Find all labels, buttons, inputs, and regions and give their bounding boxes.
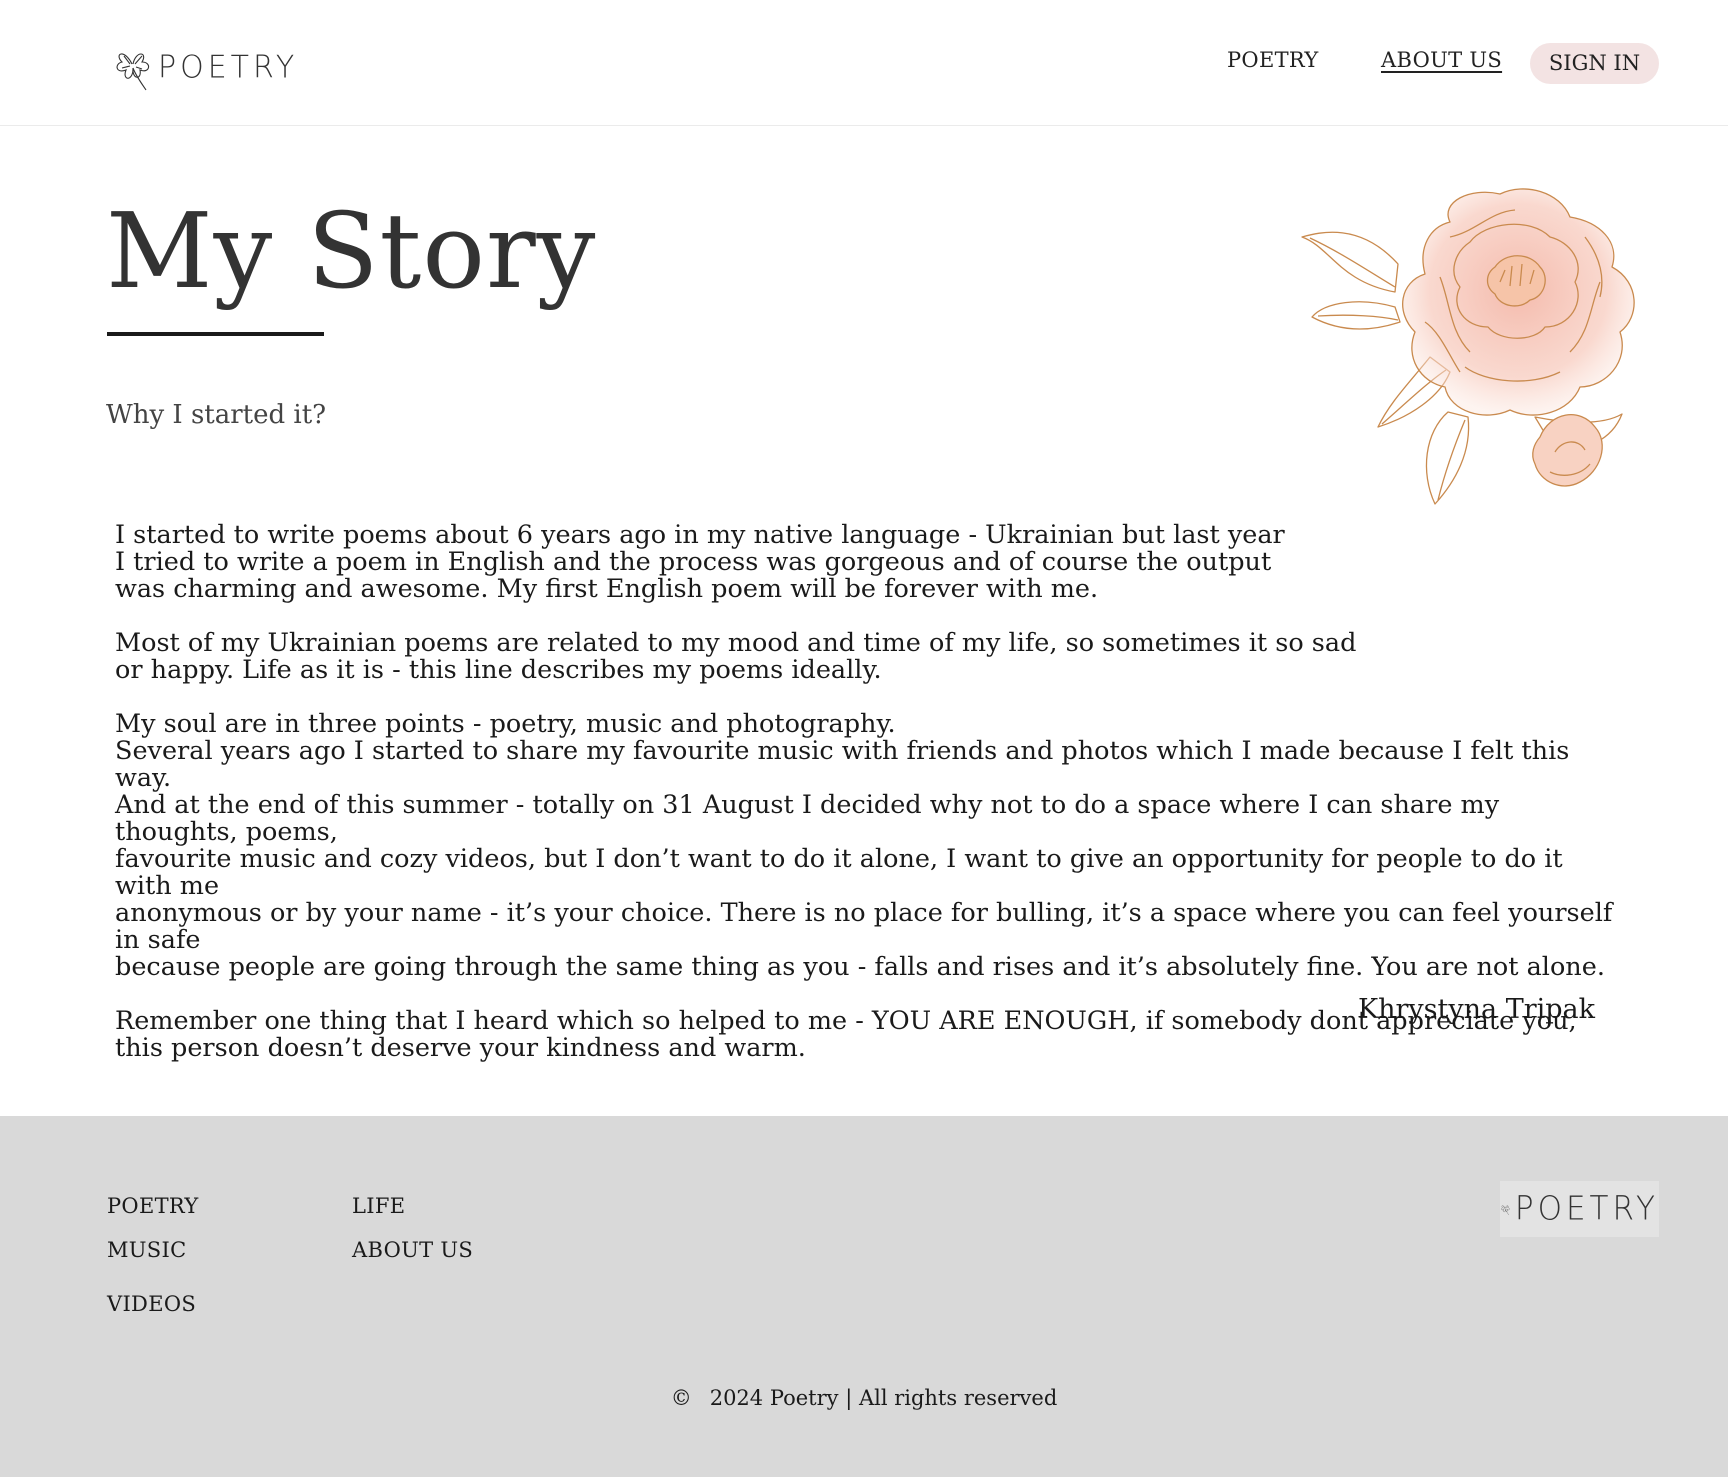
site-header: POETRY POETRY ABOUT US SIGN IN: [0, 0, 1728, 126]
page-title: My Story: [106, 190, 597, 312]
peony-flower-illustration: [1301, 188, 1635, 505]
footer-link-life[interactable]: LIFE: [352, 1194, 405, 1218]
logo-text: POETRY: [158, 48, 299, 86]
clover-logo-icon: [1501, 1205, 1510, 1216]
footer-logo-text: POETRY: [1514, 1190, 1659, 1228]
footer-logo[interactable]: POETRY: [1500, 1181, 1659, 1237]
site-footer: POETRY MUSIC VIDEOS LIFE ABOUT US POETRY…: [0, 1116, 1728, 1477]
author-signature: Khrystyna Tripak: [1357, 994, 1595, 1025]
footer-link-poetry[interactable]: POETRY: [107, 1194, 199, 1218]
story-paragraph: My soul are in three points - poetry, mu…: [115, 709, 1613, 982]
footer-link-videos[interactable]: VIDEOS: [107, 1292, 196, 1316]
site-logo[interactable]: POETRY: [112, 42, 298, 92]
footer-link-music[interactable]: MUSIC: [107, 1238, 186, 1262]
story-paragraph: Most of my Ukrainian poems are related t…: [115, 628, 1357, 685]
copyright: © 2024 Poetry | All rights reserved: [0, 1386, 1728, 1410]
footer-link-about-us[interactable]: ABOUT US: [352, 1238, 473, 1262]
copyright-text: 2024 Poetry | All rights reserved: [709, 1386, 1058, 1410]
nav-about-us[interactable]: ABOUT US: [1381, 48, 1502, 72]
title-underline: [107, 332, 324, 336]
story-paragraph: I started to write poems about 6 years a…: [115, 520, 1285, 604]
copyright-symbol: ©: [670, 1386, 692, 1410]
nav-poetry[interactable]: POETRY: [1227, 48, 1319, 72]
sign-in-button[interactable]: SIGN IN: [1530, 43, 1659, 84]
clover-logo-icon: [116, 53, 150, 91]
page-subtitle: Why I started it?: [106, 400, 327, 430]
